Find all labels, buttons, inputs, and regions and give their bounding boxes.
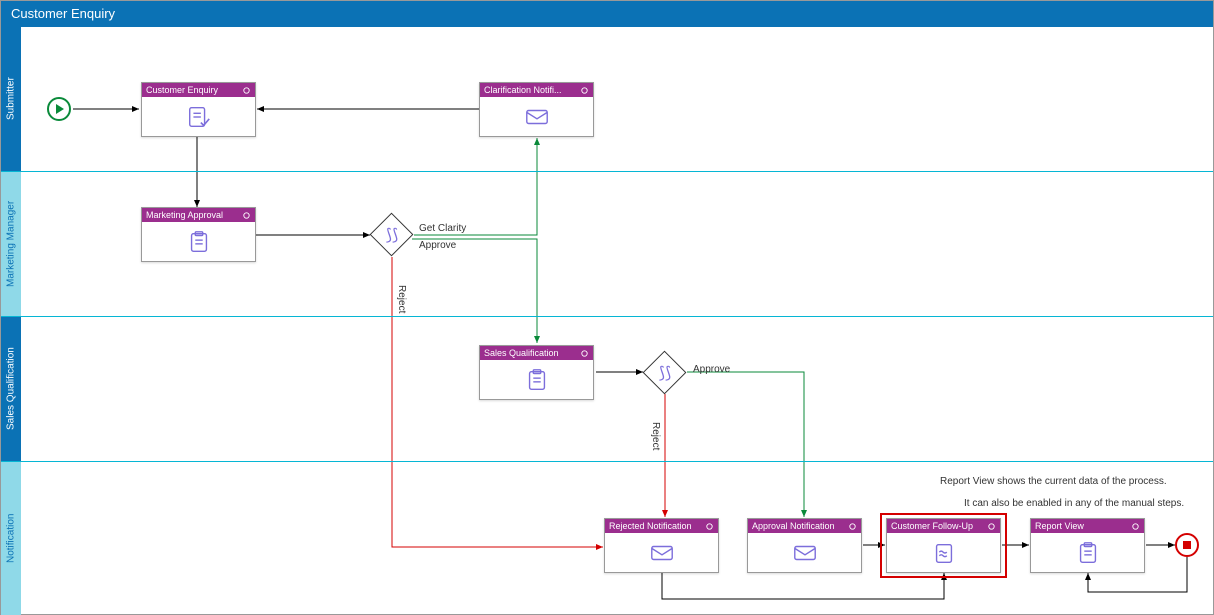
edge-label-get-clarity: Get Clarity [419,223,466,234]
hint-text-1: Report View shows the current data of th… [940,476,1167,487]
node-label: Marketing Approval [146,210,223,220]
node-report-view[interactable]: Report View [1030,518,1145,573]
canvas[interactable]: Submitter Marketing Manager Sales Qualif… [1,27,1213,614]
mail-icon [647,540,677,566]
node-label: Customer Follow-Up [891,521,973,531]
gear-icon[interactable] [848,522,857,531]
clipboard-icon [522,367,552,393]
lane-label-submitter: Submitter [1,27,21,171]
gear-icon[interactable] [242,211,251,220]
clipboard-icon [1073,540,1103,566]
form-check-icon [184,104,214,130]
gateway-sales[interactable]: ⟆⟆ [643,351,687,395]
mail-icon [790,540,820,566]
node-sales-qualification[interactable]: Sales Qualification [479,345,594,400]
edge-label-approve: Approve [419,240,456,251]
wave-icon [929,540,959,566]
diagram-title: Customer Enquiry [1,1,1213,27]
edge-label-reject2: Reject [650,422,661,450]
hint-text-2: It can also be enabled in any of the man… [964,498,1184,509]
lane-sales: Sales Qualification [1,317,1213,462]
play-icon [56,104,64,114]
node-marketing-approval[interactable]: Marketing Approval [141,207,256,262]
node-customer-follow-up[interactable]: Customer Follow-Up [886,518,1001,573]
node-approval-notification[interactable]: Approval Notification [747,518,862,573]
gear-icon[interactable] [1131,522,1140,531]
gear-icon[interactable] [242,86,251,95]
edge-label-reject: Reject [396,285,407,313]
gear-icon[interactable] [580,86,589,95]
gear-icon[interactable] [705,522,714,531]
gear-icon[interactable] [987,522,996,531]
workflow-diagram: Customer Enquiry [0,0,1214,615]
lane-label-marketing: Marketing Manager [1,172,21,316]
node-label: Clarification Notifi... [484,85,562,95]
node-clarification[interactable]: Clarification Notifi... [479,82,594,137]
gateway-icon: ⟆⟆ [643,351,687,395]
start-event[interactable] [47,97,71,121]
clipboard-icon [184,229,214,255]
gateway-marketing[interactable]: ⟆⟆ [370,213,414,257]
node-label: Customer Enquiry [146,85,218,95]
lane-label-notification: Notification [1,462,21,615]
node-label: Approval Notification [752,521,835,531]
node-customer-enquiry[interactable]: Customer Enquiry [141,82,256,137]
node-label: Report View [1035,521,1084,531]
node-label: Rejected Notification [609,521,692,531]
stop-icon [1183,541,1191,549]
edge-label-approve2: Approve [693,364,730,375]
end-event[interactable] [1175,533,1199,557]
gear-icon[interactable] [580,349,589,358]
node-label: Sales Qualification [484,348,559,358]
node-rejected-notification[interactable]: Rejected Notification [604,518,719,573]
mail-icon [522,104,552,130]
lane-label-sales: Sales Qualification [1,317,21,461]
gateway-icon: ⟆⟆ [370,213,414,257]
